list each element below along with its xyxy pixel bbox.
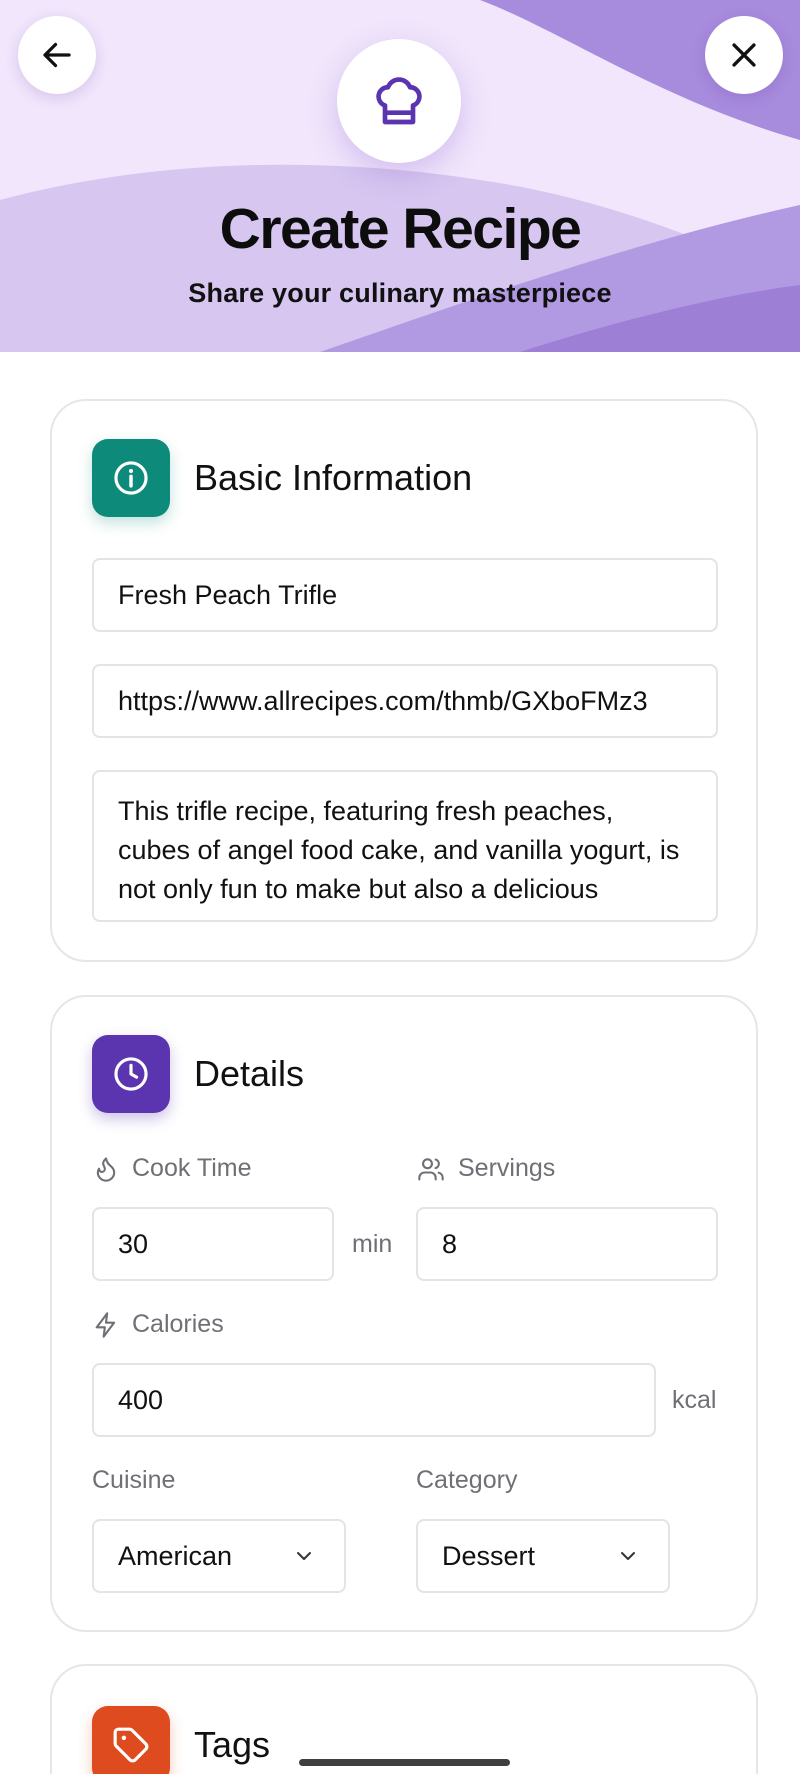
cook-time-label: Cook Time [92,1154,251,1183]
cook-time-value: 30 [118,1228,149,1259]
chevron-down-icon [297,1552,311,1560]
section-title-basic-information: Basic Information [194,457,473,498]
basic-information-header: Basic Information [92,439,472,517]
clock-icon-tile [92,1035,170,1113]
category-value: Dessert [442,1540,536,1571]
cook-time-label-text: Cook Time [132,1154,252,1182]
section-title-tags: Tags [194,1724,271,1765]
category-label: Category [416,1466,518,1494]
servings-label: Servings [416,1154,555,1183]
cuisine-select[interactable]: American [92,1519,346,1593]
servings-label-text: Servings [458,1154,556,1182]
tags-card: Tags [50,1664,758,1774]
calories-label-text: Calories [132,1310,224,1338]
calories-label: Calories [92,1310,224,1339]
users-icon [418,1157,444,1181]
calories-input[interactable]: 400 [92,1363,656,1437]
cook-time-input[interactable]: 30 [92,1207,334,1281]
details-card: Details Cook Time 30 min Servings 8 Calo… [50,995,758,1632]
close-icon [732,43,756,67]
image-url-value: https://www.allrecipes.com/thmb/GXboFMz3 [118,685,648,716]
cook-time-unit: min [352,1230,393,1258]
servings-input[interactable]: 8 [416,1207,718,1281]
basic-information-card: Basic Information Fresh Peach Trifle htt… [50,399,758,962]
recipe-name-input[interactable]: Fresh Peach Trifle [92,558,718,632]
close-button[interactable] [705,16,783,94]
chef-hat-badge [337,39,461,163]
flame-icon [96,1156,116,1182]
tags-header: Tags [92,1706,270,1774]
page-subtitle: Share your culinary masterpiece [188,278,612,308]
recipe-name-value: Fresh Peach Trifle [118,579,338,610]
lightning-icon [95,1311,116,1338]
arrow-left-icon [43,42,71,68]
cuisine-label: Cuisine [92,1466,176,1494]
calories-unit: kcal [672,1386,717,1414]
category-select[interactable]: Dessert [416,1519,670,1593]
chevron-down-icon [621,1552,635,1560]
calories-value: 400 [118,1384,164,1415]
description-value: This trifle recipe, featuring fresh peac… [118,796,680,904]
chef-hat-icon [376,77,422,125]
image-url-input[interactable]: https://www.allrecipes.com/thmb/GXboFMz3 [92,664,718,738]
section-title-details: Details [194,1053,305,1094]
hero-header: Create Recipe Share your culinary master… [0,0,800,352]
info-icon [114,461,148,495]
tag-icon [113,1727,149,1763]
back-button[interactable] [18,16,96,94]
clock-icon [114,1057,148,1091]
servings-value: 8 [442,1228,458,1259]
home-indicator [299,1759,510,1766]
details-header: Details [92,1035,304,1113]
cuisine-value: American [118,1540,233,1571]
description-textarea[interactable]: This trifle recipe, featuring fresh peac… [92,770,718,922]
info-icon-tile [92,439,170,517]
tag-icon-tile [92,1706,170,1774]
page-title: Create Recipe [219,197,582,261]
